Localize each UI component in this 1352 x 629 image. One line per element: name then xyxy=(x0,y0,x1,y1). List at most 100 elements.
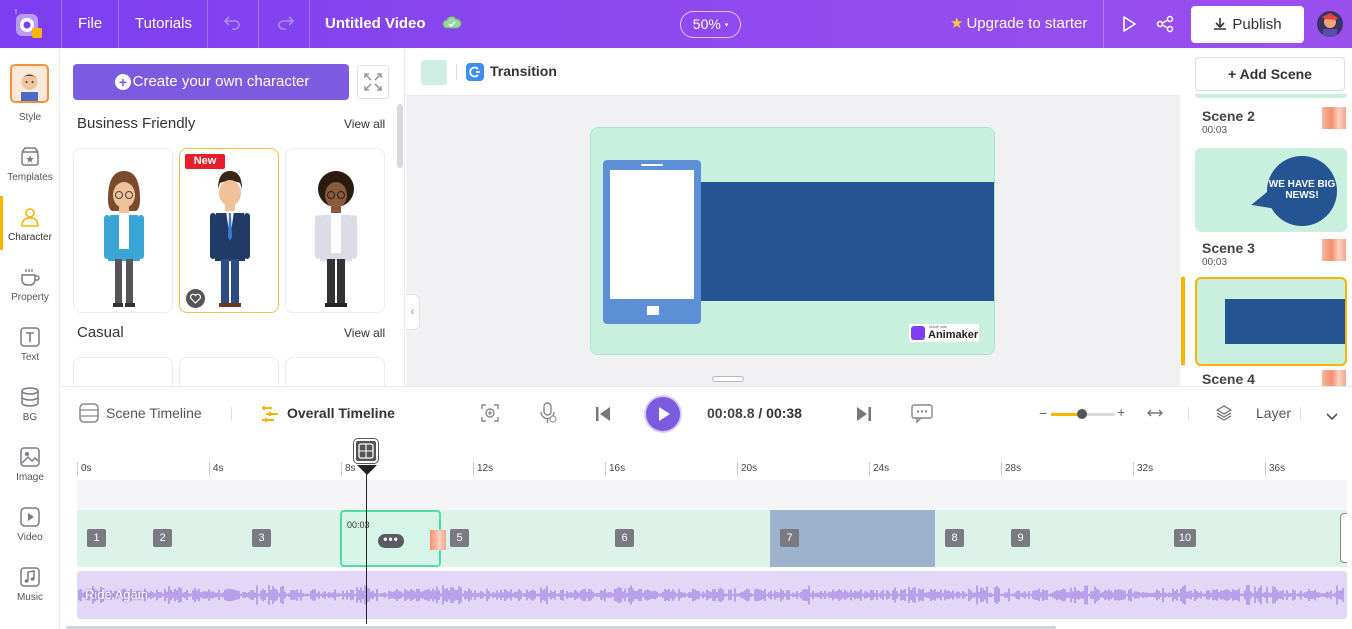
transition-marker[interactable] xyxy=(430,530,446,550)
tab-overall-timeline[interactable]: Overall Timeline xyxy=(287,405,395,421)
resize-handle[interactable] xyxy=(712,376,744,382)
scene-thumbnail[interactable]: WE HAVE BIG NEWS! xyxy=(1195,148,1347,232)
scene-canvas[interactable]: Made with Animaker xyxy=(590,127,995,355)
ruler-tick: 36s xyxy=(1265,462,1285,476)
upgrade-link[interactable]: ★ Upgrade to starter xyxy=(950,0,1087,48)
skip-forward-icon[interactable] xyxy=(856,406,872,427)
fit-width-icon[interactable] xyxy=(1147,405,1163,426)
zoom-fit-icon[interactable] xyxy=(480,403,500,428)
character-card[interactable] xyxy=(179,357,279,386)
timeline-empty-track[interactable] xyxy=(77,480,1347,510)
rail-templates[interactable]: Templates xyxy=(0,138,60,198)
text-icon xyxy=(19,326,41,348)
playhead-handle[interactable] xyxy=(354,439,378,463)
rail-label: Property xyxy=(11,292,49,303)
selected-scene-block[interactable]: 00:03 ••• xyxy=(340,510,446,567)
view-all-link[interactable]: View all xyxy=(344,326,385,340)
character-card[interactable] xyxy=(285,148,385,313)
rail-video[interactable]: Video xyxy=(0,498,60,558)
transition-marker[interactable] xyxy=(1322,370,1346,386)
timeline-ruler[interactable]: 0s 4s 8s 12s 16s 20s 24s 28s 32s 36s xyxy=(77,462,1347,482)
microphone-icon[interactable] xyxy=(538,402,558,429)
divider xyxy=(118,0,119,48)
video-icon xyxy=(19,506,41,528)
heart-icon[interactable] xyxy=(186,289,205,308)
download-icon xyxy=(1213,8,1227,45)
rail-text[interactable]: Text xyxy=(0,318,60,378)
file-menu[interactable]: File xyxy=(78,0,102,48)
scene-number[interactable]: 6 xyxy=(615,529,634,547)
rail-character[interactable]: Character xyxy=(0,198,60,258)
scene-name[interactable]: Scene 2 xyxy=(1202,108,1255,124)
zoom-select[interactable]: 50% ▾ xyxy=(680,11,741,38)
scene-thumbnail[interactable] xyxy=(1195,94,1347,98)
zoom-in-icon[interactable]: + xyxy=(1117,404,1125,420)
collapse-panel-icon[interactable]: ‹ xyxy=(406,294,420,330)
rail-property[interactable]: Property xyxy=(0,258,60,318)
character-card[interactable] xyxy=(73,357,173,386)
scene-number[interactable]: 7 xyxy=(780,529,799,547)
track-end-handle[interactable] xyxy=(1340,513,1347,563)
tab-scene-timeline[interactable]: Scene Timeline xyxy=(106,405,202,421)
scene-number[interactable]: 1 xyxy=(87,529,106,547)
layer-label[interactable]: Layer xyxy=(1256,405,1291,421)
view-all-link[interactable]: View all xyxy=(344,117,385,131)
cloud-saved-icon xyxy=(442,16,462,35)
blue-banner[interactable] xyxy=(701,182,994,301)
publish-button[interactable]: Publish xyxy=(1191,6,1304,43)
transition-label[interactable]: Transition xyxy=(490,63,557,79)
preview-play-icon[interactable] xyxy=(1120,15,1138,38)
templates-icon xyxy=(19,146,41,168)
scene-number[interactable]: 2 xyxy=(153,529,172,547)
redo-icon[interactable] xyxy=(277,15,295,36)
timeline-zoom-slider[interactable] xyxy=(1051,409,1115,419)
rail-style[interactable]: Style xyxy=(0,58,60,123)
zoom-slider-knob[interactable] xyxy=(1077,409,1087,419)
more-options-icon[interactable]: ••• xyxy=(378,533,404,548)
scene-number[interactable]: 3 xyxy=(252,529,271,547)
user-avatar[interactable] xyxy=(1317,11,1343,37)
subtitles-icon[interactable] xyxy=(911,404,933,429)
audio-track[interactable]: Ride Again xyxy=(77,571,1347,619)
transition-icon[interactable] xyxy=(466,63,484,81)
background-color-swatch[interactable] xyxy=(421,60,447,85)
scene-timeline-icon[interactable] xyxy=(79,403,99,428)
character-card[interactable] xyxy=(285,357,385,386)
star-icon: ★ xyxy=(950,15,964,32)
transition-marker[interactable] xyxy=(1322,239,1346,261)
character-card[interactable] xyxy=(73,148,173,313)
scene-number[interactable]: 10 xyxy=(1174,529,1196,547)
skip-back-icon[interactable] xyxy=(595,406,611,427)
rail-image[interactable]: Image xyxy=(0,438,60,498)
scene-name[interactable]: Scene 3 xyxy=(1202,240,1255,256)
project-title[interactable]: Untitled Video xyxy=(325,0,426,48)
character-panel: + Create your own character Business Fri… xyxy=(61,48,405,386)
expand-icon[interactable] xyxy=(357,65,389,99)
scene-thumbnail-selected[interactable] xyxy=(1195,277,1347,366)
rail-music[interactable]: Music xyxy=(0,558,60,618)
rail-bg[interactable]: BG xyxy=(0,378,60,438)
share-icon[interactable] xyxy=(1156,15,1174,38)
zoom-out-icon[interactable]: − xyxy=(1039,405,1047,421)
transition-marker[interactable] xyxy=(1322,107,1346,129)
tutorials-menu[interactable]: Tutorials xyxy=(135,0,192,48)
scene-number[interactable]: 9 xyxy=(1011,529,1030,547)
create-character-button[interactable]: + Create your own character xyxy=(73,64,349,100)
play-button[interactable] xyxy=(644,395,682,433)
scene-number[interactable]: 5 xyxy=(450,529,469,547)
ruler-tick: 0s xyxy=(77,462,92,476)
overall-timeline-icon[interactable] xyxy=(260,404,280,429)
undo-icon[interactable] xyxy=(223,15,241,36)
scene-track[interactable]: 1 2 3 00:03 ••• 5 6 7 8 9 10 xyxy=(77,510,1347,567)
scene-number[interactable]: 8 xyxy=(945,529,964,547)
panel-scrollbar[interactable] xyxy=(397,104,403,168)
divider xyxy=(1103,0,1104,48)
scene-name[interactable]: Scene 4 xyxy=(1202,371,1255,386)
layer-icon[interactable] xyxy=(1215,405,1233,426)
chevron-down-icon[interactable] xyxy=(1325,409,1339,427)
add-scene-button[interactable]: + Add Scene xyxy=(1195,57,1345,91)
new-badge: New xyxy=(185,154,225,169)
phone-graphic[interactable] xyxy=(603,160,701,324)
character-card[interactable]: New xyxy=(179,148,279,313)
app-logo-icon[interactable]: ! xyxy=(12,8,46,40)
